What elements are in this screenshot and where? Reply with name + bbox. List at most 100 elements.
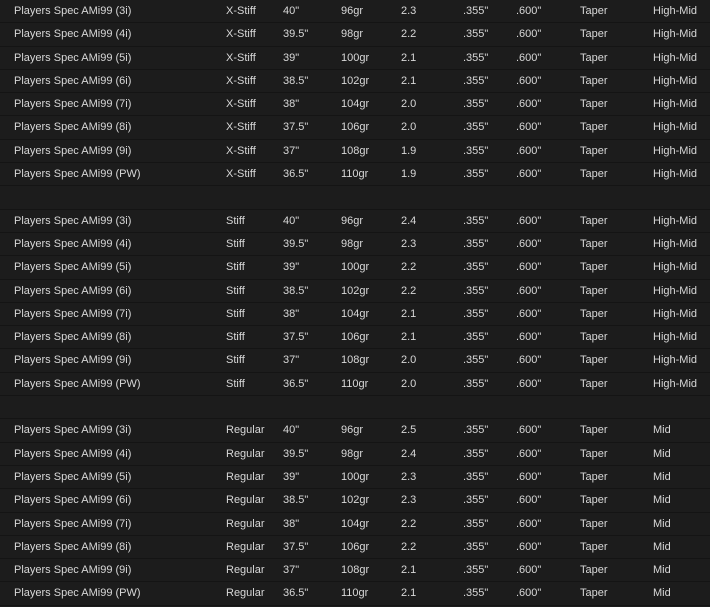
table-row: Players Spec AMi99 (5i) X-Stiff 39" 100gr 2.… — [0, 47, 710, 70]
cell-weight: 104gr — [341, 307, 370, 320]
cell-tip: .355" — [463, 331, 489, 344]
shaft-spec-table: Players Spec AMi99 (3i) X-Stiff 40" 96gr 2.3… — [0, 0, 710, 606]
cell-tip: .355" — [463, 28, 489, 41]
cell-tip: .355" — [463, 121, 489, 134]
cell-tip: .355" — [463, 51, 489, 64]
cell-weight: 96gr — [341, 424, 364, 437]
cell-flex: Stiff — [226, 354, 245, 367]
table-row: Players Spec AMi99 (4i) X-Stiff 39.5" 98gr 2… — [0, 23, 710, 47]
cell-launch: High-Mid — [653, 354, 698, 367]
cell-weight: 98gr — [341, 28, 364, 41]
table-row: Players Spec AMi99 (7i) X-Stiff 38" 104gr 2.… — [0, 93, 710, 117]
cell-length: 37.5" — [283, 540, 309, 553]
cell-weight: 96gr — [341, 214, 364, 227]
cell-weight: 108gr — [341, 354, 370, 367]
cell-profile: Taper — [580, 28, 608, 41]
cell-launch: Mid — [653, 540, 671, 553]
cell-tip: .355" — [463, 5, 489, 17]
cell-weight: 110gr — [341, 168, 369, 181]
cell-flex: Regular — [226, 447, 265, 460]
cell-model: Players Spec AMi99 (9i) — [14, 354, 132, 367]
cell-profile: Taper — [580, 51, 608, 64]
cell-profile: Taper — [580, 284, 608, 297]
cell-butt: .600" — [516, 74, 542, 87]
cell-butt: .600" — [516, 121, 542, 134]
cell-butt: .600" — [516, 261, 542, 274]
table-row: Players Spec AMi99 (9i) Regular 37" 108gr 2.… — [0, 559, 710, 583]
cell-model: Players Spec AMi99 (8i) — [14, 540, 132, 553]
cell-launch: High-Mid — [653, 28, 698, 41]
cell-launch: Mid — [653, 517, 671, 530]
cell-profile: Taper — [580, 144, 608, 157]
cell-butt: .600" — [516, 424, 542, 437]
cell-model: Players Spec AMi99 (3i) — [14, 214, 132, 227]
cell-flex: Stiff — [226, 214, 245, 227]
cell-torque: 2.2 — [401, 261, 417, 274]
cell-flex: Regular — [226, 587, 265, 600]
table-row: Players Spec AMi99 (4i) Regular 39.5" 98gr 2… — [0, 443, 710, 466]
cell-torque: 2.1 — [401, 307, 417, 320]
cell-torque: 2.0 — [401, 98, 417, 111]
cell-flex: X-Stiff — [226, 144, 256, 157]
cell-length: 37" — [283, 354, 300, 367]
table-row: Players Spec AMi99 (7i) Stiff 38" 104gr 2.1.… — [0, 303, 710, 327]
cell-butt: .600" — [516, 447, 542, 460]
cell-length: 38.5" — [283, 284, 309, 297]
cell-model: Players Spec AMi99 (6i) — [14, 494, 132, 507]
cell-weight: 104gr — [341, 98, 370, 111]
table-row: Players Spec AMi99 (4i) Stiff 39.5" 98gr 2.3… — [0, 233, 710, 257]
table-row: Players Spec AMi99 (5i) Regular 39" 100gr 2.… — [0, 466, 710, 490]
cell-length: 40" — [283, 5, 300, 17]
cell-flex: X-Stiff — [226, 121, 256, 134]
cell-weight: 102gr — [341, 494, 370, 507]
cell-profile: Taper — [580, 168, 608, 181]
cell-tip: .355" — [463, 587, 489, 600]
cell-flex: Stiff — [226, 284, 245, 297]
cell-length: 36.5" — [283, 587, 309, 600]
cell-model: Players Spec AMi99 (3i) — [14, 5, 132, 17]
cell-butt: .600" — [516, 587, 542, 600]
cell-model: Players Spec AMi99 (4i) — [14, 28, 132, 41]
cell-length: 38" — [283, 98, 300, 111]
cell-profile: Taper — [580, 237, 608, 250]
cell-launch: Mid — [653, 470, 671, 483]
cell-torque: 2.2 — [401, 28, 417, 41]
cell-tip: .355" — [463, 447, 489, 460]
cell-model: Players Spec AMi99 (PW) — [14, 377, 141, 390]
cell-flex: X-Stiff — [226, 168, 256, 181]
cell-weight: 106gr — [341, 540, 370, 553]
cell-weight: 102gr — [341, 284, 370, 297]
cell-butt: .600" — [516, 98, 542, 111]
cell-launch: Mid — [653, 494, 671, 507]
cell-tip: .355" — [463, 98, 489, 111]
cell-length: 38" — [283, 517, 300, 530]
cell-length: 37.5" — [283, 331, 309, 344]
cell-profile: Taper — [580, 447, 608, 460]
cell-launch: High-Mid — [653, 261, 698, 274]
cell-flex: X-Stiff — [226, 98, 256, 111]
cell-model: Players Spec AMi99 (5i) — [14, 261, 132, 274]
table-row: Players Spec AMi99 (PW) Stiff 36.5" 110gr 2.… — [0, 373, 710, 397]
cell-torque: 2.3 — [401, 494, 417, 507]
cell-flex: Stiff — [226, 261, 245, 274]
cell-flex: Regular — [226, 540, 265, 553]
cell-torque: 2.1 — [401, 331, 417, 344]
cell-butt: .600" — [516, 331, 542, 344]
cell-tip: .355" — [463, 74, 489, 87]
cell-butt: .600" — [516, 564, 542, 577]
cell-model: Players Spec AMi99 (6i) — [14, 284, 132, 297]
cell-profile: Taper — [580, 517, 608, 530]
table-row: Players Spec AMi99 (PW) Regular 36.5" 110gr… — [0, 582, 710, 606]
cell-length: 37.5" — [283, 121, 309, 134]
cell-model: Players Spec AMi99 (4i) — [14, 447, 132, 460]
cell-tip: .355" — [463, 564, 489, 577]
cell-tip: .355" — [463, 168, 489, 181]
cell-flex: Stiff — [226, 331, 245, 344]
table-row: Players Spec AMi99 (6i) Stiff 38.5" 102gr 2.… — [0, 280, 710, 303]
cell-tip: .355" — [463, 377, 489, 390]
cell-tip: .355" — [463, 470, 489, 483]
table-row: Players Spec AMi99 (3i) Stiff 40" 96gr 2.4 .3… — [0, 210, 710, 233]
cell-model: Players Spec AMi99 (9i) — [14, 144, 132, 157]
cell-weight: 106gr — [341, 331, 370, 344]
cell-length: 36.5" — [283, 168, 309, 181]
